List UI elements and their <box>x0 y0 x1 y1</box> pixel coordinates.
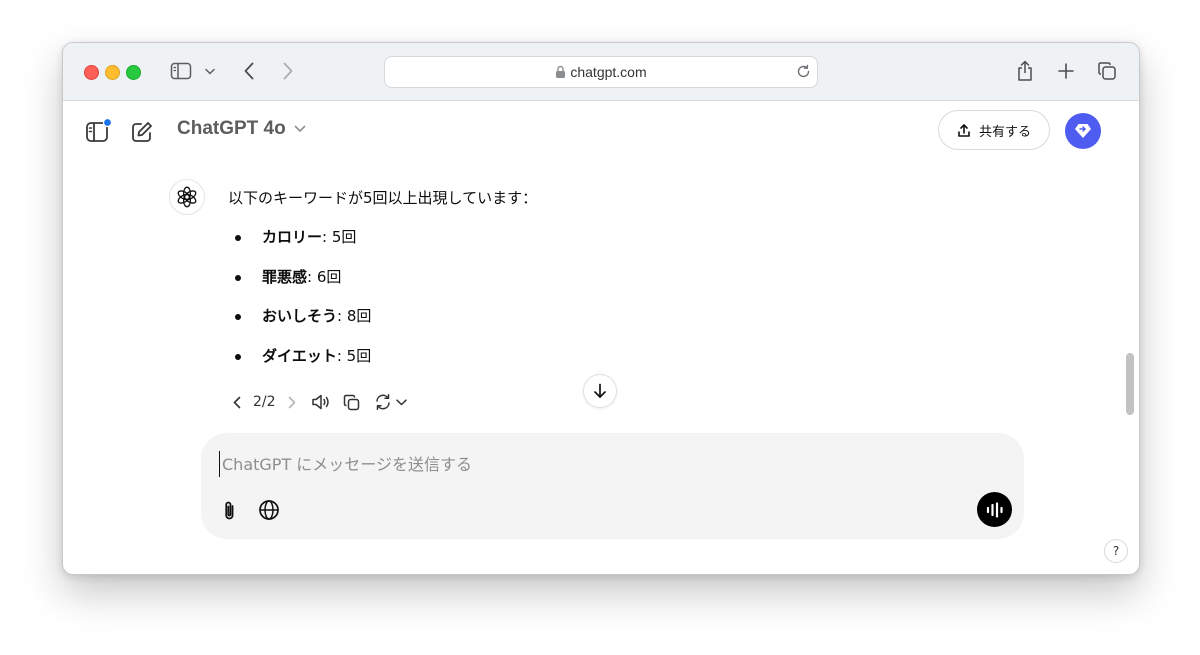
url-text: chatgpt.com <box>570 64 647 80</box>
message-intro: 以下のキーワードが5回以上出現しています： <box>228 189 538 207</box>
next-response-icon[interactable] <box>284 396 300 409</box>
read-aloud-icon[interactable] <box>310 393 332 411</box>
forward-icon[interactable] <box>278 60 298 82</box>
assistant-avatar <box>169 179 205 215</box>
chat-app: ChatGPT 4o 共有する 以下のキーワードが5回以上出現しています： カロ… <box>63 101 1139 574</box>
sidebar-icon[interactable] <box>85 118 113 144</box>
keyword: カロリー <box>262 228 323 246</box>
model-name-label: ChatGPT 4o <box>177 118 286 139</box>
list-item: おいしそう: 8回 <box>233 306 371 346</box>
back-icon[interactable] <box>239 60 259 82</box>
audio-wave-icon <box>986 501 1004 518</box>
keyword: 罪悪感 <box>262 267 308 286</box>
list-item: 罪悪感: 6回 <box>233 267 371 307</box>
share-button-label: 共有する <box>978 124 1031 140</box>
share-icon[interactable] <box>1014 58 1036 84</box>
reload-icon[interactable] <box>796 64 811 83</box>
help-button[interactable]: ? <box>1104 539 1128 563</box>
globe-icon[interactable] <box>257 498 281 522</box>
tab-overview-icon[interactable] <box>1096 60 1118 82</box>
model-selector[interactable]: ChatGPT 4o <box>177 118 306 140</box>
regenerate-icon[interactable] <box>372 393 394 411</box>
copy-icon[interactable] <box>341 394 363 411</box>
chevron-down-icon[interactable] <box>395 398 409 406</box>
upload-icon <box>957 123 971 138</box>
chevron-down-icon[interactable] <box>203 63 217 79</box>
new-tab-icon[interactable] <box>1055 60 1077 82</box>
message-composer <box>201 433 1024 539</box>
share-button[interactable]: 共有する <box>938 110 1050 150</box>
browser-window: chatgpt.com ChatGPT 4o 共有する 以下のキーワードが5回以… <box>62 42 1140 575</box>
keyword-list: カロリー: 5回 罪悪感: 6回 おいしそう: 8回 ダイエット: 5回 <box>233 227 371 385</box>
user-avatar[interactable] <box>1065 113 1101 149</box>
arrow-down-icon <box>593 383 607 399</box>
response-pager: 2/2 <box>253 394 276 410</box>
close-window-button[interactable] <box>84 65 99 80</box>
message-actions: 2/2 <box>229 391 409 413</box>
sidebar-toggle-icon[interactable] <box>169 60 193 82</box>
lock-icon <box>555 65 566 79</box>
chevron-down-icon <box>294 125 306 133</box>
attach-icon[interactable] <box>219 499 241 523</box>
message-input[interactable] <box>219 451 924 477</box>
browser-toolbar: chatgpt.com <box>63 43 1139 101</box>
list-item: ダイエット: 5回 <box>233 346 371 386</box>
new-chat-icon[interactable] <box>129 119 155 145</box>
keyword: おいしそう <box>262 307 338 325</box>
zoom-window-button[interactable] <box>126 65 141 80</box>
keyword: ダイエット <box>262 346 337 365</box>
scrollbar-thumb[interactable] <box>1126 353 1134 415</box>
keyword-count: : 6回 <box>307 267 342 286</box>
minimize-window-button[interactable] <box>105 65 120 80</box>
scroll-to-bottom-button[interactable] <box>583 374 617 408</box>
keyword-count: : 5回 <box>336 346 372 365</box>
openai-logo-icon <box>176 186 198 208</box>
keyword-count: : 8回 <box>337 307 372 325</box>
list-item: カロリー: 5回 <box>233 227 371 267</box>
diamond-icon <box>1073 122 1093 140</box>
voice-mode-button[interactable] <box>977 492 1012 527</box>
address-bar[interactable]: chatgpt.com <box>384 56 818 88</box>
previous-response-icon[interactable] <box>229 396 245 409</box>
keyword-count: : 5回 <box>322 228 357 246</box>
